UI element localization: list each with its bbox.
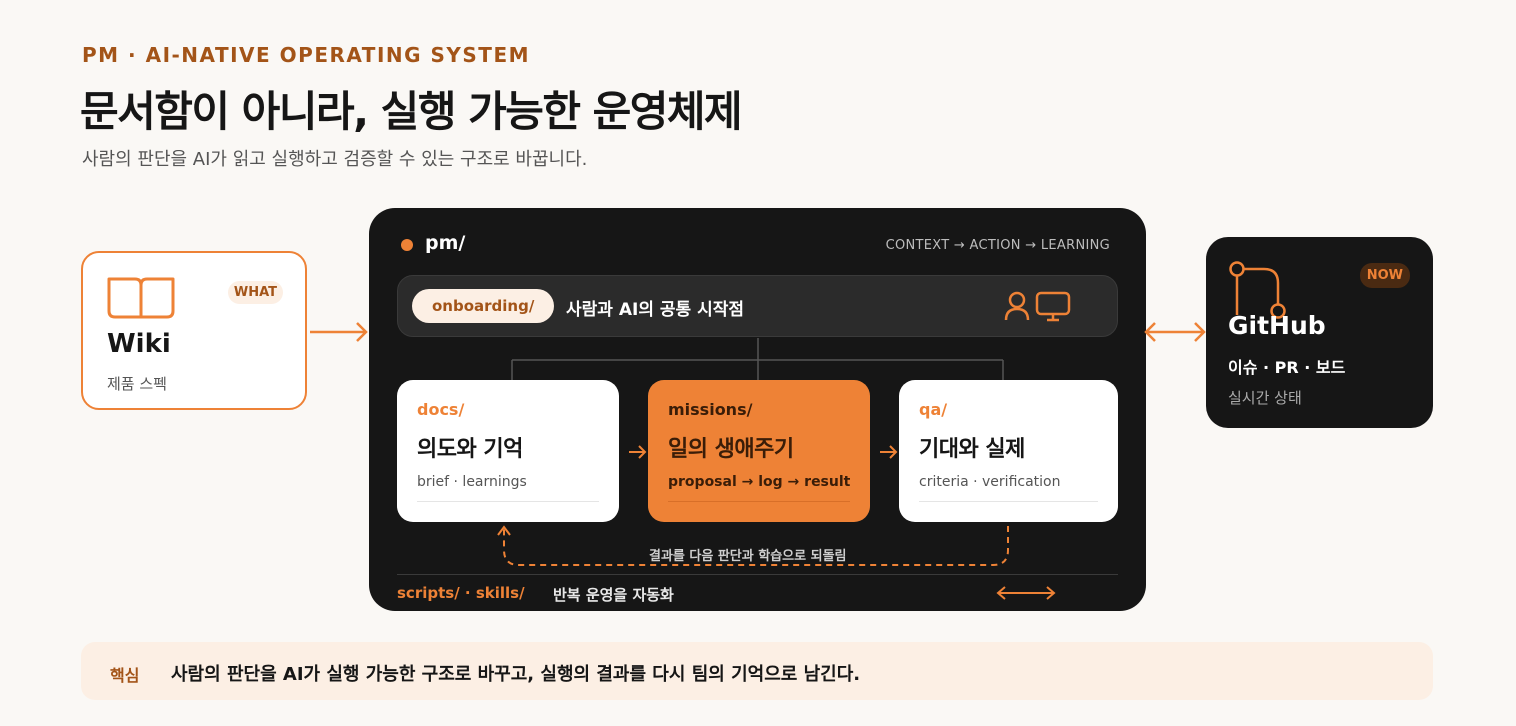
connector-overlay <box>310 322 1206 342</box>
key-takeaway: 핵심 사람의 판단을 AI가 실행 가능한 구조로 바꾸고, 실행의 결과를 다… <box>81 642 1433 700</box>
key-tag: 핵심 <box>110 666 140 685</box>
github-arrow <box>1144 322 1206 342</box>
wiki-arrow <box>310 322 368 342</box>
key-text: 사람의 판단을 AI가 실행 가능한 구조로 바꾸고, 실행의 결과를 다시 팀… <box>171 664 861 685</box>
